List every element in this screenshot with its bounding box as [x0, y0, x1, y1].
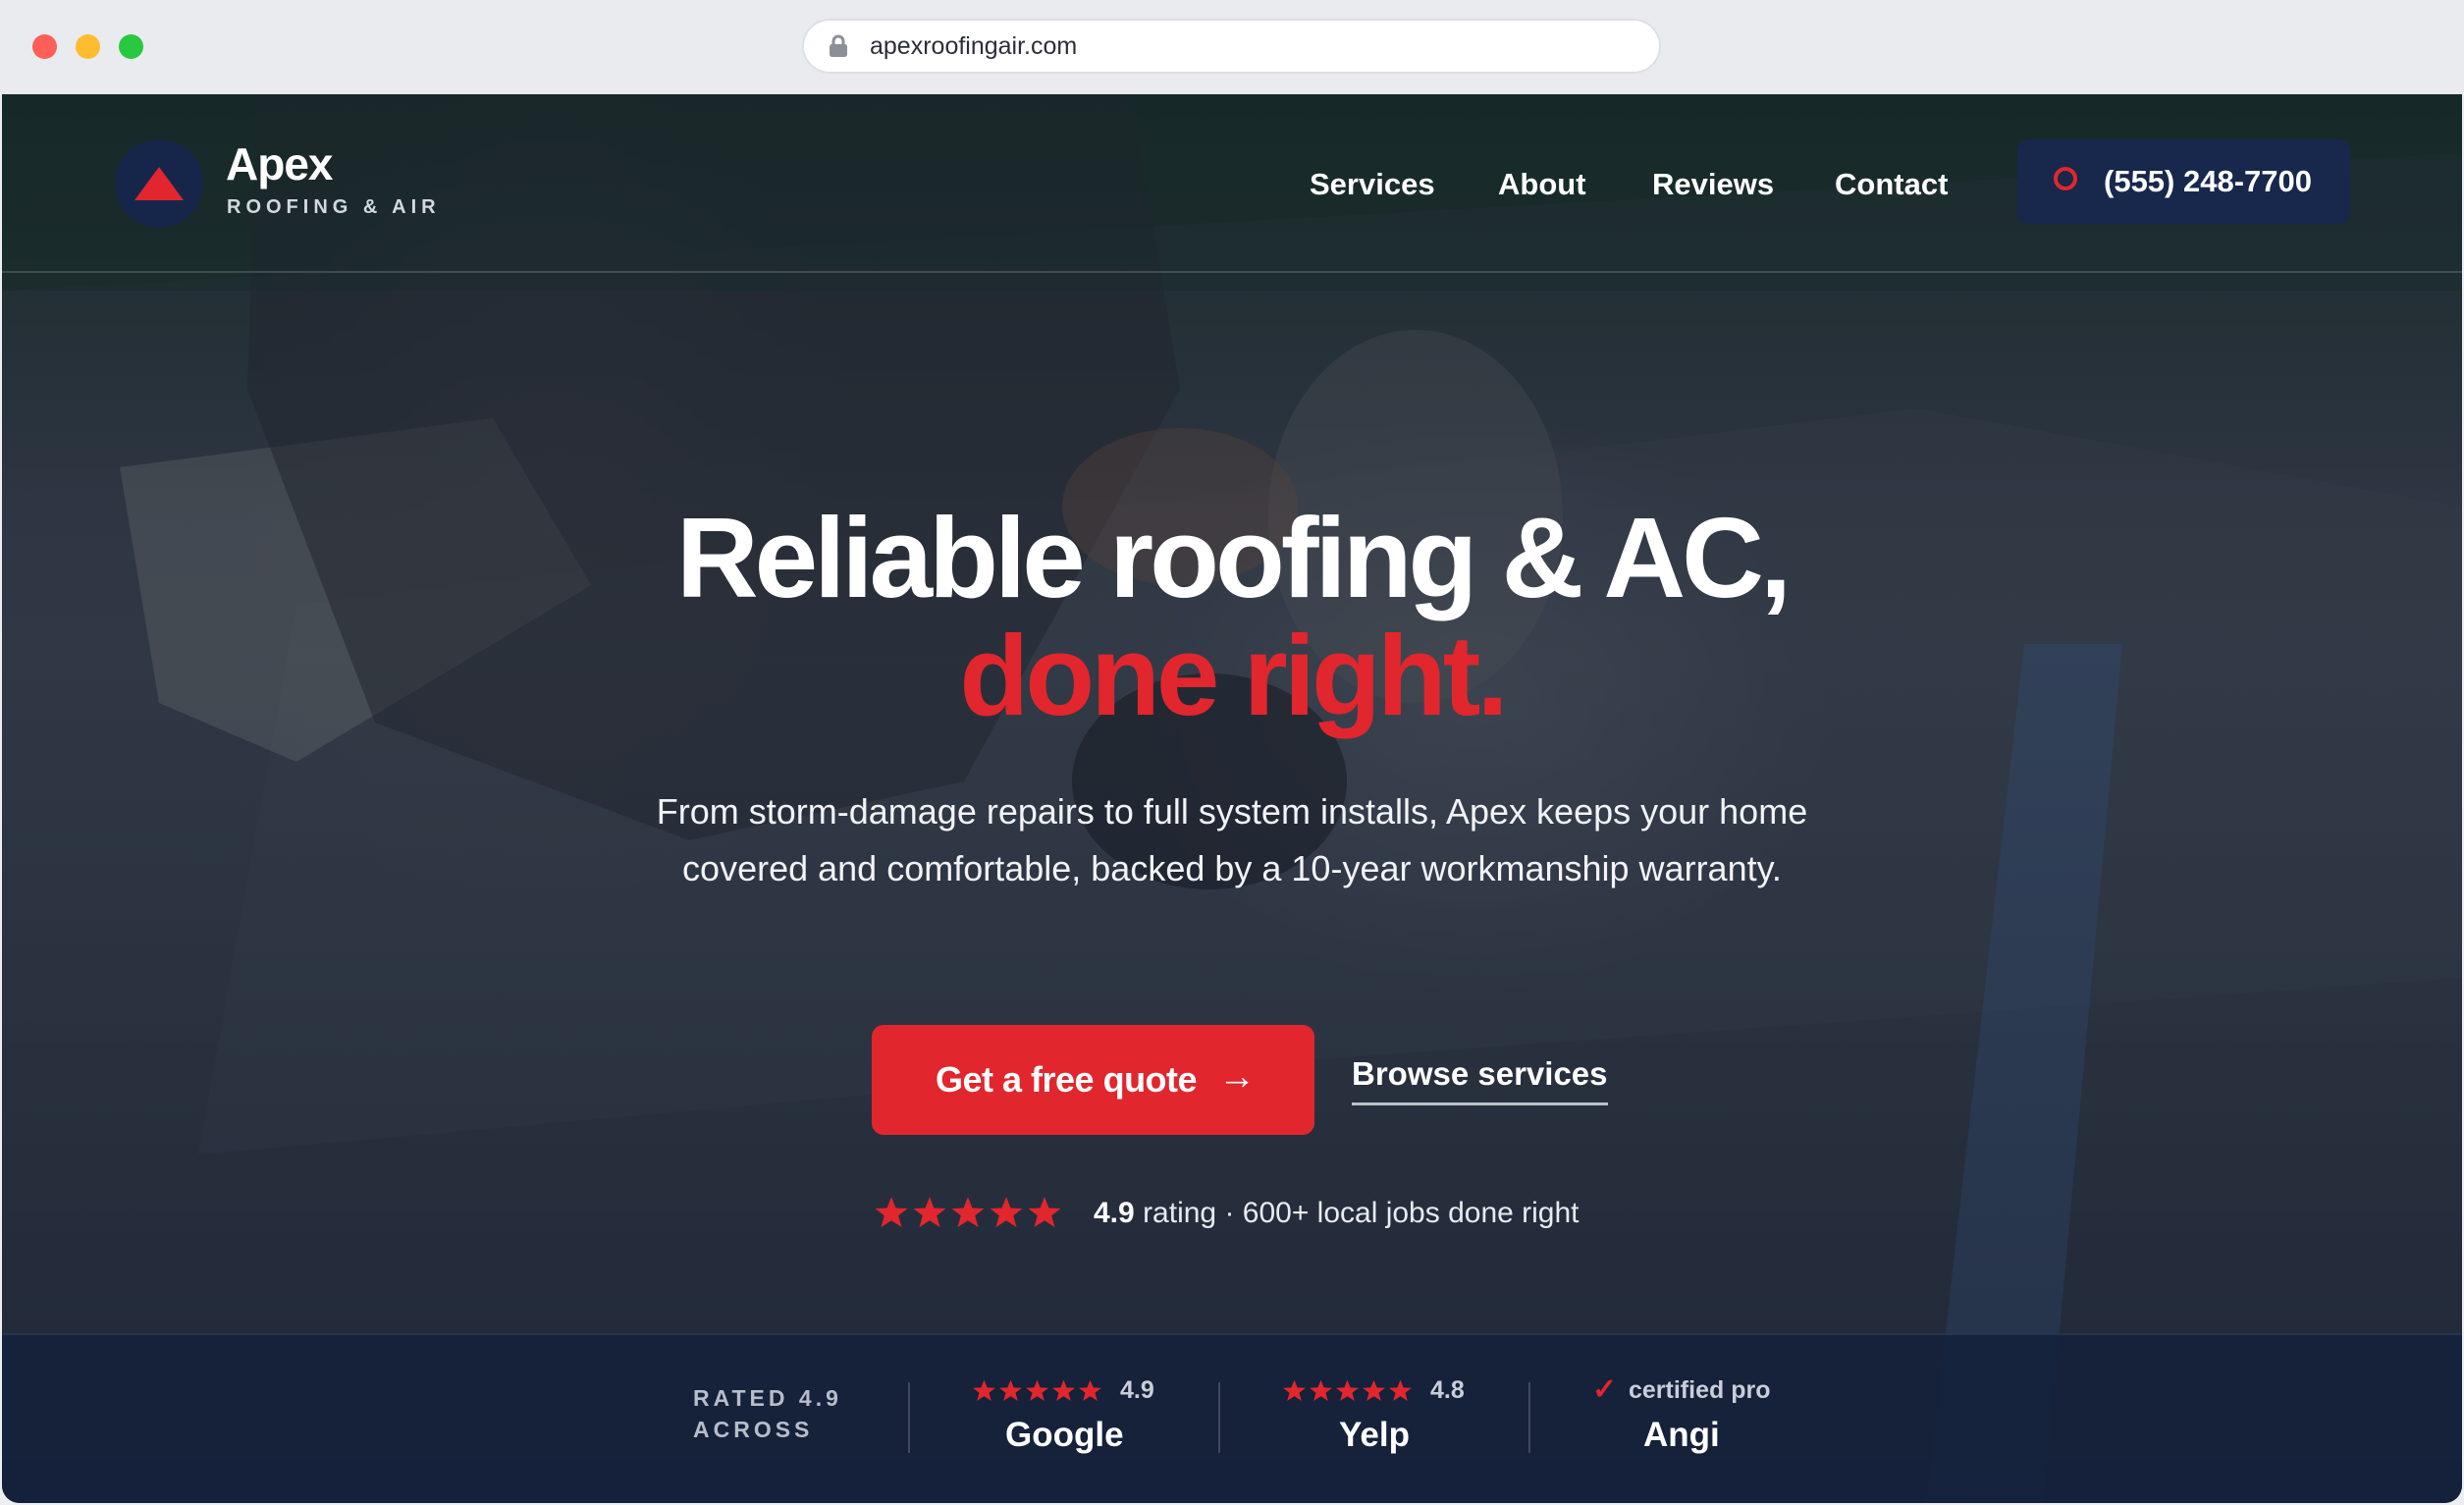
angi-badge: certified pro: [1629, 1376, 1771, 1404]
hero-title-accent: done right.: [959, 612, 1508, 739]
yelp-brand[interactable]: Yelp: [1339, 1416, 1410, 1455]
star-icon: [913, 1197, 946, 1227]
hero-subtitle: From storm-damage repairs to full system…: [656, 791, 1808, 888]
star-icon: [1079, 1379, 1101, 1401]
arrow-right-icon: →: [1218, 1056, 1256, 1098]
browser-chrome: apexroofingair.com: [0, 0, 2464, 94]
divider: [908, 1382, 910, 1453]
address-bar[interactable]: apexroofingair.com: [802, 19, 1661, 74]
star-icon: [1389, 1379, 1412, 1401]
star-icon: [1363, 1379, 1385, 1401]
rating-value: 4.9: [1094, 1197, 1135, 1229]
phone-number: (555) 248-7700: [2104, 164, 2312, 198]
google-stars: [972, 1378, 1104, 1406]
star-icon: [990, 1197, 1023, 1227]
trust-label-line2: ACROSS: [693, 1417, 814, 1442]
window-close-button[interactable]: [32, 34, 57, 59]
get-quote-button[interactable]: Get a free quote →: [872, 1025, 1314, 1135]
logo-name[interactable]: Apex: [226, 137, 333, 190]
star-icon: [1310, 1379, 1332, 1401]
logo-tagline: ROOFING & AIR: [227, 196, 441, 218]
rating-caption: rating · 600+ local jobs done right: [1143, 1197, 1580, 1229]
star-icon: [875, 1197, 908, 1227]
window-minimize-button[interactable]: [76, 34, 100, 59]
star-icon: [973, 1379, 995, 1401]
divider: [1528, 1382, 1530, 1453]
nav-link-services[interactable]: Services: [1310, 167, 1435, 202]
nav-link-reviews[interactable]: Reviews: [1652, 167, 1774, 202]
trust-label: RATED 4.9 ACROSS: [693, 1382, 842, 1445]
star-icon: [999, 1379, 1022, 1401]
star-icon: [1028, 1197, 1061, 1227]
phone-ring-icon: [2054, 167, 2077, 190]
trust-label-line1: RATED 4.9: [693, 1385, 842, 1411]
star-icon: [1026, 1379, 1048, 1401]
hero-title: Reliable roofing & AC,: [675, 494, 1792, 621]
star-icon: [1336, 1379, 1359, 1401]
trust-bar: [2, 1333, 2462, 1503]
url-text: apexroofingair.com: [870, 32, 1078, 60]
get-quote-label: Get a free quote: [936, 1059, 1198, 1100]
phone-button[interactable]: (555) 248-7700: [2017, 139, 2350, 224]
divider: [1218, 1382, 1220, 1453]
browse-services-link[interactable]: Browse services: [1352, 1055, 1608, 1105]
star-icon: [1283, 1379, 1306, 1401]
star-icon: [951, 1197, 985, 1227]
rating-summary: 4.9 rating · 600+ local jobs done right: [1094, 1197, 1580, 1230]
angi-brand[interactable]: Angi: [1643, 1416, 1720, 1455]
google-brand[interactable]: Google: [1005, 1416, 1124, 1455]
check-icon: ✓: [1592, 1373, 1618, 1406]
google-score: 4.9: [1120, 1376, 1154, 1404]
star-icon: [1052, 1379, 1075, 1401]
logo-badge[interactable]: [115, 139, 203, 228]
window-maximize-button[interactable]: [119, 34, 143, 59]
nav-link-about[interactable]: About: [1498, 167, 1586, 202]
nav-link-contact[interactable]: Contact: [1835, 167, 1948, 202]
lock-icon: [830, 34, 847, 57]
yelp-stars: [1282, 1378, 1415, 1406]
rating-stars: [874, 1195, 1065, 1234]
page-viewport: Apex ROOFING & AIR Services About Review…: [2, 94, 2462, 1503]
yelp-score: 4.8: [1430, 1376, 1465, 1404]
site-header: Apex ROOFING & AIR Services About Review…: [2, 94, 2462, 273]
logo-triangle-icon: [134, 167, 184, 200]
